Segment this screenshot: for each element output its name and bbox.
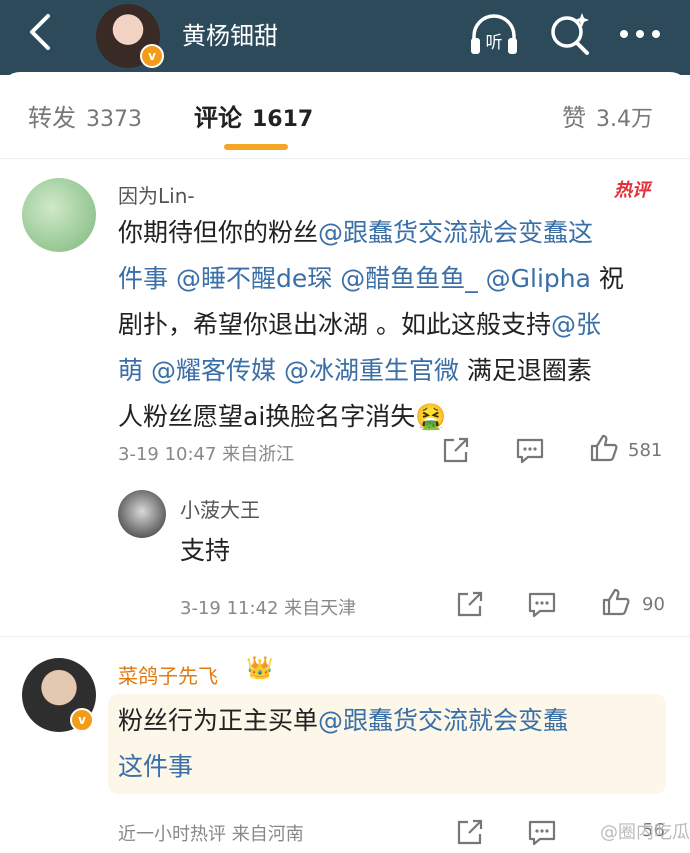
reply-meta: 3-19 11:42 来自天津 xyxy=(180,598,357,619)
comment-avatar[interactable] xyxy=(22,178,96,252)
mention-link[interactable]: 萌 xyxy=(118,356,143,385)
comment-text-segment: 祝 xyxy=(598,264,624,293)
comment-icon[interactable] xyxy=(526,588,558,620)
verified-badge-icon: v xyxy=(70,708,94,732)
reply-username[interactable]: 小菠大王 xyxy=(180,494,260,523)
comment-meta: 3-19 10:47 来自浙江 xyxy=(118,444,295,465)
like-count: 581 xyxy=(628,440,663,461)
share-icon[interactable] xyxy=(454,816,486,848)
comment-username[interactable]: 菜鸽子先飞 xyxy=(118,660,218,689)
tab-comments[interactable]: 评论 1617 xyxy=(194,98,313,133)
divider xyxy=(0,636,690,637)
comment-meta: 近一小时热评 来自河南 xyxy=(118,824,304,845)
mention-link[interactable]: @Glipha xyxy=(486,264,591,293)
tab-comments-count: 1617 xyxy=(252,107,314,132)
more-icon[interactable] xyxy=(616,14,664,54)
share-icon[interactable] xyxy=(454,588,486,620)
comment-username[interactable]: 因为Lin- xyxy=(118,180,195,209)
mention-link[interactable]: @冰湖重生官微 xyxy=(284,356,459,385)
emoji-icon: 🤮 xyxy=(415,402,447,431)
like-icon[interactable] xyxy=(588,432,620,464)
mention-link[interactable]: 件事 xyxy=(118,264,168,293)
svg-text:听: 听 xyxy=(486,33,503,53)
comment-line: 你期待但你的粉丝@跟蠢货交流就会变蠢这 xyxy=(118,210,624,256)
tab-bar: 转发 3373 评论 1617 赞 3.4万 xyxy=(0,72,690,159)
comment-text-segment: 你期待但你的粉丝 xyxy=(118,218,319,247)
mention-link[interactable]: @跟蠢货交流就会变蠢这 xyxy=(318,218,593,247)
hot-comment-badge: 热评 xyxy=(614,180,650,201)
page-title: 黄杨钿甜 xyxy=(182,22,278,50)
comment-text-segment: 剧扑，希望你退出冰湖 。如此这般支持 xyxy=(118,310,551,339)
comment-text-segment: 粉丝行为正主买单 xyxy=(118,706,319,735)
share-icon[interactable] xyxy=(440,434,472,466)
listen-icon[interactable]: 听 xyxy=(468,10,520,60)
reply-text: 支持 xyxy=(180,536,231,565)
verified-badge-icon: v xyxy=(140,44,164,68)
mention-link[interactable]: @醋鱼鱼鱼_ xyxy=(340,264,478,293)
mention-link[interactable]: @耀客传媒 xyxy=(151,356,276,385)
comment-line: 萌 @耀客传媒 @冰湖重生官微 满足退圈素 xyxy=(118,348,624,394)
comment-line: 人粉丝愿望ai换脸名字消失🤮 xyxy=(118,394,624,440)
tab-likes-count: 3.4万 xyxy=(596,107,653,132)
watermark: @圈内吃瓜 xyxy=(600,822,690,843)
comment-icon[interactable] xyxy=(526,816,558,848)
mention-link[interactable]: @张 xyxy=(551,310,601,339)
tab-comments-label: 评论 xyxy=(194,104,242,132)
tab-likes-label: 赞 xyxy=(562,104,586,132)
comment-line: 件事 @睡不醒de琛 @醋鱼鱼鱼_ @Glipha 祝 xyxy=(118,256,624,302)
mention-link[interactable]: 这件事 xyxy=(118,752,193,781)
like-icon[interactable] xyxy=(600,586,632,618)
mention-link[interactable]: @跟蠢货交流就会变蠢 xyxy=(318,706,568,735)
comment-text-segment: 满足退圈素 xyxy=(466,356,592,385)
comment-text: 你期待但你的粉丝@跟蠢货交流就会变蠢这 件事 @睡不醒de琛 @醋鱼鱼鱼_ @G… xyxy=(118,210,624,440)
top-bar: v 黄杨钿甜 听 xyxy=(0,0,690,75)
comment-line: 粉丝行为正主买单@跟蠢货交流就会变蠢 xyxy=(118,698,568,744)
tab-likes[interactable]: 赞 3.4万 xyxy=(562,98,653,133)
tab-reposts[interactable]: 转发 3373 xyxy=(28,98,142,133)
comment-text: 粉丝行为正主买单@跟蠢货交流就会变蠢 这件事 xyxy=(118,698,568,790)
tab-reposts-label: 转发 xyxy=(28,104,76,132)
reply-avatar[interactable] xyxy=(118,490,166,538)
like-count: 90 xyxy=(642,594,665,615)
comment-icon[interactable] xyxy=(514,434,546,466)
mention-link[interactable]: @睡不醒de琛 xyxy=(176,264,332,293)
comment-line: 这件事 xyxy=(118,744,568,790)
comment-line: 剧扑，希望你退出冰湖 。如此这般支持@张 xyxy=(118,302,624,348)
comment-text-segment: 人粉丝愿望ai换脸名字消失 xyxy=(118,402,416,431)
crown-icon: 👑 xyxy=(246,656,274,681)
back-icon[interactable] xyxy=(22,10,58,54)
search-icon[interactable] xyxy=(546,10,594,58)
tab-reposts-count: 3373 xyxy=(86,107,142,132)
active-tab-indicator xyxy=(224,144,288,150)
